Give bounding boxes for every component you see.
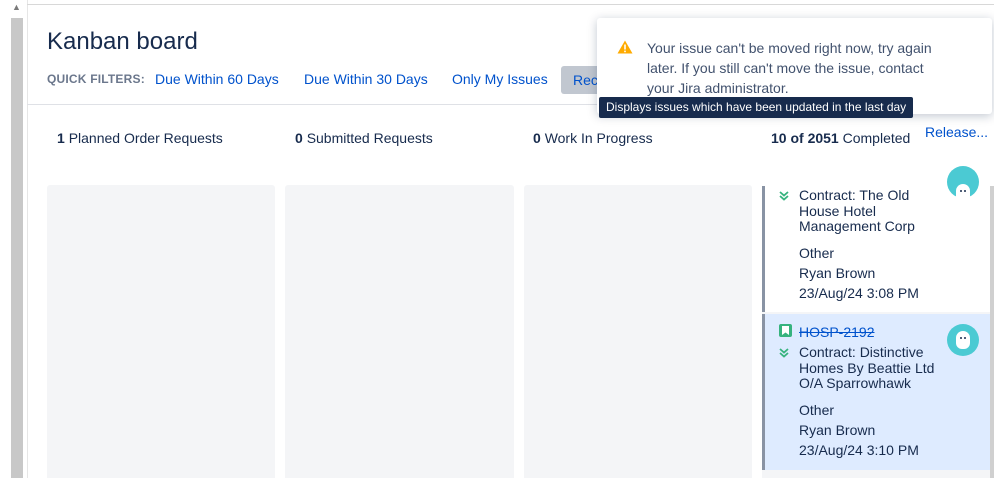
card-summary: Contract: Distinctive Homes By Beattie L…: [799, 344, 935, 391]
avatar-icon: [947, 166, 979, 202]
column-name: Completed: [842, 130, 911, 146]
quick-filter-my-issues[interactable]: Only My Issues: [452, 71, 548, 87]
top-divider: [27, 4, 994, 5]
card-summary: Contract: The Old House Hotel Management…: [799, 187, 915, 234]
quick-filter-due-30[interactable]: Due Within 30 Days: [304, 71, 428, 87]
column-count: 1: [57, 130, 65, 146]
warning-icon: [617, 40, 633, 54]
column-planned[interactable]: [47, 185, 275, 478]
board-scrollbar[interactable]: [990, 186, 994, 478]
column-name: Work In Progress: [544, 130, 653, 146]
column-name: Submitted Requests: [306, 130, 433, 146]
column-header-in-progress: 0 Work In Progress: [533, 130, 653, 146]
card-type: Other: [799, 245, 835, 261]
column-in-progress[interactable]: [524, 185, 752, 478]
scroll-up-icon[interactable]: ▲: [12, 2, 21, 12]
filter-tooltip: Displays issues which have been updated …: [599, 97, 914, 118]
page-title: Kanban board: [47, 28, 198, 55]
release-link[interactable]: Release...: [925, 124, 988, 140]
issue-card-selected[interactable]: HOSP-2192 Contract: Distinctive Homes By…: [762, 314, 993, 470]
priority-lowest-icon: [779, 348, 789, 358]
card-assignee: Ryan Brown: [799, 265, 876, 281]
card-type: Other: [799, 402, 835, 418]
quick-filter-due-60[interactable]: Due Within 60 Days: [155, 71, 279, 87]
avatar-icon: [947, 324, 979, 356]
issue-card[interactable]: Contract: The Old House Hotel Management…: [762, 166, 993, 312]
left-scrollbar[interactable]: ▲: [0, 0, 28, 478]
issue-key-link[interactable]: HOSP-2192: [799, 324, 874, 340]
card-date: 23/Aug/24 3:08 PM: [799, 285, 919, 301]
column-count: 0: [533, 130, 541, 146]
notification-message: Your issue can't be moved right now, try…: [647, 40, 932, 96]
priority-lowest-icon: [779, 191, 789, 201]
column-header-submitted: 0 Submitted Requests: [295, 130, 433, 146]
column-name: Planned Order Requests: [68, 130, 223, 146]
quick-filters-label: QUICK FILTERS:: [47, 72, 145, 86]
filter-divider: [27, 104, 597, 105]
column-submitted[interactable]: [285, 185, 514, 478]
column-count: 0: [295, 130, 303, 146]
card-date: 23/Aug/24 3:10 PM: [799, 442, 919, 458]
column-count: 10 of 2051: [771, 130, 839, 146]
card-assignee: Ryan Brown: [799, 422, 876, 438]
column-header-completed: 10 of 2051 Completed: [771, 130, 910, 146]
column-header-planned: 1 Planned Order Requests: [57, 130, 223, 146]
scrollbar-thumb[interactable]: [11, 18, 23, 478]
story-icon: [779, 324, 792, 337]
